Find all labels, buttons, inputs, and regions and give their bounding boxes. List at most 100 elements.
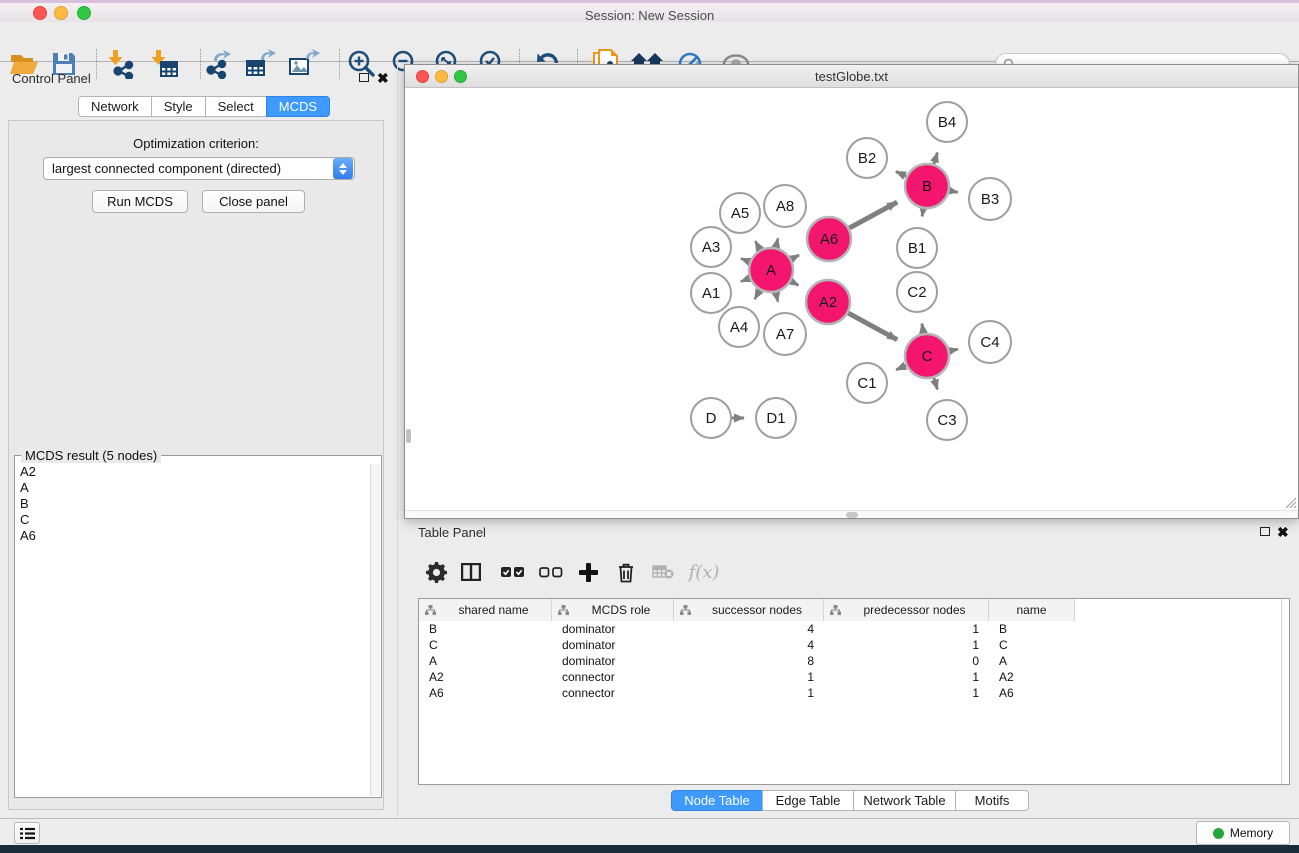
network-window-titlebar[interactable]: testGlobe.txt [405, 65, 1298, 88]
table-row[interactable]: Cdominator41C [419, 637, 1289, 653]
resize-grip-icon[interactable] [1284, 496, 1297, 509]
table-cell: connector [552, 685, 674, 701]
task-history-button[interactable] [14, 822, 40, 844]
graph-node-label-A3: A3 [702, 239, 720, 256]
graph-node-label-D: D [706, 410, 717, 427]
tab-edge-table[interactable]: Edge Table [762, 790, 854, 811]
graph-edge-B-B2 [896, 172, 906, 177]
delete-table-icon[interactable] [650, 556, 676, 588]
graph-edge-A6-B [849, 202, 897, 228]
graph-node-label-A6: A6 [820, 231, 838, 248]
float-panel-icon[interactable] [359, 73, 369, 82]
graph-edge-B-B1 [922, 209, 923, 217]
graph-node-label-C2: C2 [907, 284, 926, 301]
export-table-icon[interactable] [244, 48, 278, 80]
main-toolbar [0, 22, 1299, 62]
result-scrollbar[interactable] [370, 464, 380, 796]
column-header-MCDS-role[interactable]: MCDS role [552, 599, 674, 621]
mcds-result-item[interactable]: C [16, 512, 371, 528]
table-cell: 4 [674, 621, 824, 637]
table-cell: B [419, 621, 552, 637]
toolbar-separator [96, 49, 97, 79]
table-cell: A2 [989, 669, 1075, 685]
import-network-icon[interactable] [104, 48, 138, 80]
table-cell: A [989, 653, 1075, 669]
table-cell: C [989, 637, 1075, 653]
table-cell: A2 [419, 669, 552, 685]
gear-icon[interactable] [424, 556, 448, 588]
table-cell: A6 [989, 685, 1075, 701]
graph-edge-C-C1 [896, 365, 906, 369]
table-cell: dominator [552, 621, 674, 637]
export-network-icon[interactable] [202, 48, 236, 80]
table-cell: 0 [824, 653, 989, 669]
deselect-all-icon[interactable] [537, 556, 565, 588]
table-cell: 1 [674, 685, 824, 701]
network-horizontal-scrollbar[interactable] [405, 510, 1298, 518]
panel-splitter[interactable] [397, 63, 398, 818]
run-mcds-button[interactable]: Run MCDS [92, 190, 188, 213]
tab-mcds[interactable]: MCDS [266, 96, 330, 117]
toolbar-separator [339, 49, 340, 79]
network-canvas[interactable]: AA1A3A5A8A4A7A6A2BB1B2B3B4CC1C2C3C4DD1 [406, 89, 1297, 510]
tab-node-table[interactable]: Node Table [671, 790, 763, 811]
control-panel-title: Control Panel [12, 71, 91, 86]
memory-label: Memory [1230, 826, 1273, 840]
export-image-icon[interactable] [287, 48, 321, 80]
import-table-icon[interactable] [147, 48, 181, 80]
criterion-dropdown-value: largest connected component (directed) [44, 161, 333, 176]
table-row[interactable]: Bdominator41B [419, 621, 1289, 637]
close-panel-button[interactable]: Close panel [202, 190, 305, 213]
graph-node-label-B4: B4 [938, 114, 956, 131]
table-row[interactable]: Adominator80A [419, 653, 1289, 669]
function-builder-icon: f(x) [688, 556, 720, 588]
table-cell: dominator [552, 637, 674, 653]
column-header-shared-name[interactable]: shared name [419, 599, 552, 621]
mcds-result-item[interactable]: A [16, 480, 371, 496]
close-panel-icon[interactable]: ✖ [377, 72, 389, 84]
tab-network-table[interactable]: Network Table [853, 790, 956, 811]
tab-select[interactable]: Select [205, 96, 267, 117]
network-vertical-scrollbar[interactable] [406, 429, 411, 443]
network-view-window: testGlobe.txt AA1A3A5A8A4A7A6A2BB1B2B3B4… [404, 64, 1299, 519]
column-layout-icon[interactable] [458, 556, 484, 588]
table-close-panel-icon[interactable]: ✖ [1277, 526, 1289, 538]
graph-node-label-B3: B3 [981, 191, 999, 208]
column-header-name[interactable]: name [989, 599, 1075, 621]
mcds-result-list: A2ABCA6 [16, 464, 371, 796]
criterion-dropdown[interactable]: largest connected component (directed) [43, 157, 355, 180]
graph-node-label-A4: A4 [730, 319, 748, 336]
table-row[interactable]: A6connector11A6 [419, 685, 1289, 701]
table-cell: A [419, 653, 552, 669]
graph-edge-C-C3 [934, 378, 938, 390]
graph-node-label-B1: B1 [908, 240, 926, 257]
column-header-successor-nodes[interactable]: successor nodes [674, 599, 824, 621]
table-cell: B [989, 621, 1075, 637]
table-cell: 8 [674, 653, 824, 669]
table-cell: C [419, 637, 552, 653]
tab-motifs[interactable]: Motifs [955, 790, 1029, 811]
graph-node-label-C: C [922, 348, 933, 365]
table-cell: dominator [552, 653, 674, 669]
graph-edge-A-A4 [755, 290, 760, 299]
delete-icon[interactable] [613, 556, 639, 588]
table-float-panel-icon[interactable] [1260, 527, 1270, 536]
mcds-result-item[interactable]: B [16, 496, 371, 512]
add-column-icon[interactable] [575, 556, 601, 588]
column-header-predecessor-nodes[interactable]: predecessor nodes [824, 599, 989, 621]
status-bar [0, 818, 1299, 845]
tab-network[interactable]: Network [78, 96, 152, 117]
select-all-icon[interactable] [499, 556, 527, 588]
graph-edge-A-A8 [776, 238, 778, 247]
mcds-result-item[interactable]: A6 [16, 528, 371, 544]
graph-node-label-B2: B2 [858, 150, 876, 167]
window-titlebar: Session: New Session [0, 3, 1299, 22]
table-scrollbar[interactable] [1281, 599, 1289, 784]
table-row[interactable]: A2connector11A2 [419, 669, 1289, 685]
graph-edge-A-A1 [741, 278, 750, 281]
graph-node-label-B: B [922, 178, 932, 195]
mcds-result-item[interactable]: A2 [16, 464, 371, 480]
table-body: Bdominator41BCdominator41CAdominator80AA… [419, 621, 1289, 701]
memory-button[interactable]: Memory [1196, 821, 1290, 845]
tab-style[interactable]: Style [151, 96, 206, 117]
